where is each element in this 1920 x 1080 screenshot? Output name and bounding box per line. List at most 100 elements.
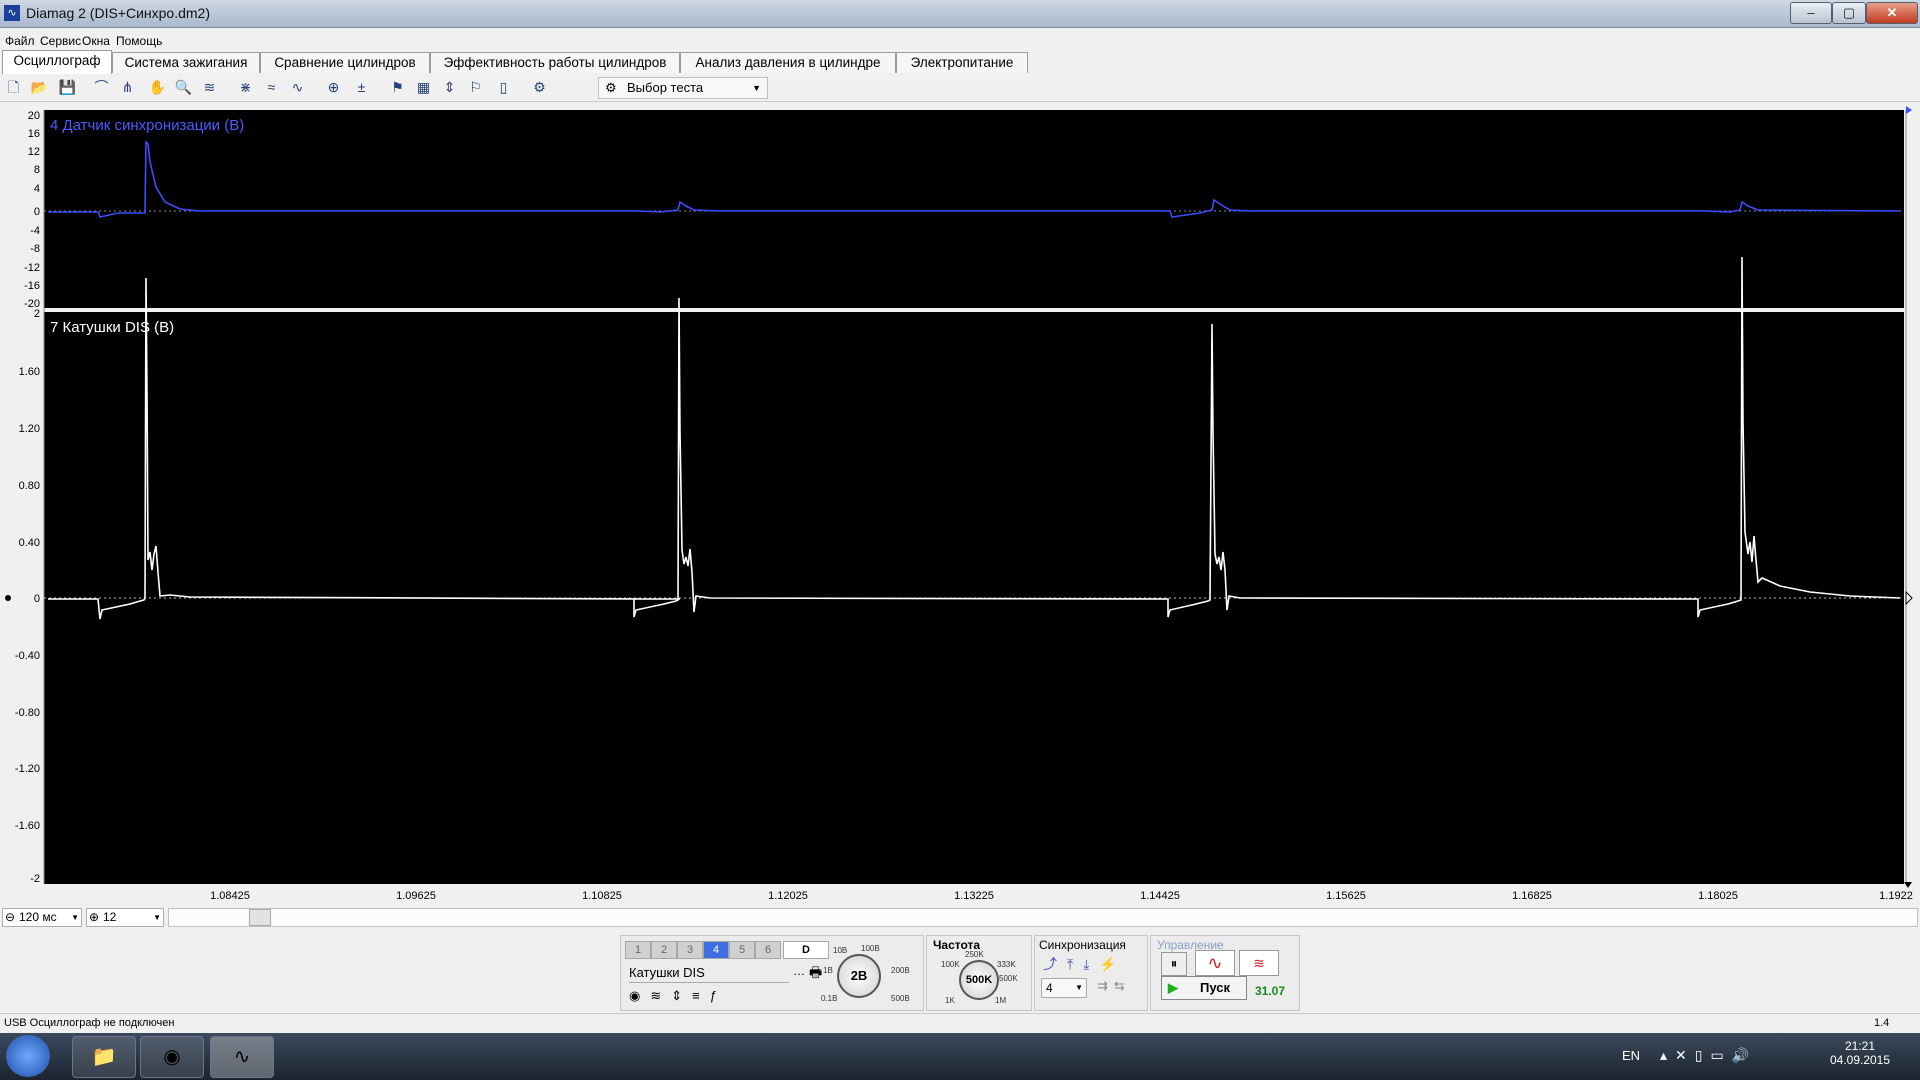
y-tick: 1.20 [19, 423, 40, 435]
sync-edge-icons[interactable]: ⤴⤒⤓⚡ [1043, 954, 1127, 974]
channel-tools-icons[interactable]: ◉≋⇕≡ƒ [629, 988, 727, 1004]
tray-icons[interactable]: ▴✕▯▭🔊 [1660, 1047, 1757, 1064]
channel-button-2[interactable]: 2 [651, 941, 677, 959]
clock[interactable]: 21:21 04.09.2015 [1820, 1039, 1900, 1067]
new-file-icon[interactable]: 🗋 [4, 78, 23, 97]
zero-icon[interactable]: ± [352, 78, 371, 97]
channel-button-6[interactable]: 6 [755, 941, 781, 959]
horizontal-scrollbar[interactable] [168, 908, 1918, 927]
channel-section: 1 2 3 4 5 6 D Катушки DIS … 🖶 ◉≋⇕≡ƒ 2В 1… [620, 935, 924, 1011]
timebase-icon: ⊖ [5, 910, 16, 924]
digital-channel-button[interactable]: D [783, 941, 829, 959]
menu-service[interactable]: Сервис [40, 34, 81, 48]
tab-power-supply[interactable]: Электропитание [896, 52, 1028, 73]
sync-title: Синхронизация [1039, 938, 1126, 952]
sync-y-axis: 20 16 12 8 4 0 -4 -8 -12 -16 -20 [24, 110, 40, 310]
x-tick: 1.14425 [1140, 890, 1180, 902]
channel-marker-top[interactable] [1906, 106, 1912, 114]
overlay-icon[interactable]: ∿ [288, 78, 307, 97]
probe-icon[interactable]: 🖶 [809, 962, 822, 986]
sync-channel-label: 4 Датчик синхронизации (В) [50, 117, 244, 134]
chevron-down-icon: ▼ [1075, 983, 1083, 992]
scroll-down-arrow-icon[interactable] [1904, 882, 1912, 888]
zero-marker-right[interactable] [1905, 590, 1913, 606]
explorer-icon[interactable]: 📁 [72, 1036, 136, 1078]
channel-button-4[interactable]: 4 [703, 941, 729, 959]
frequency-knob[interactable]: 500K [959, 960, 999, 1000]
sync-level-icons[interactable]: ⇉⇆ [1097, 978, 1131, 994]
zero-marker-left[interactable] [5, 595, 11, 601]
tab-oscilloscope[interactable]: Осциллограф [2, 50, 112, 74]
measure-icon[interactable]: ⊕ [324, 78, 343, 97]
more-icon[interactable]: … [793, 964, 805, 978]
minimize-button[interactable]: ‒ [1790, 2, 1832, 24]
y-tick: -1.60 [15, 820, 40, 832]
maximize-button[interactable]: ▢ [1832, 2, 1866, 24]
tab-cylinder-compare[interactable]: Сравнение цилиндров [260, 52, 430, 73]
toolbar: 🗋 📂 💾 ⌒ ⋔ ✋ 🔍 ≋ ⋇ ≈ ∿ ⊕ ± ⚑ ▦ ⇕ ⚐ ▯ ⚙ ⚙ … [0, 74, 1920, 102]
sync-pane[interactable] [44, 110, 1904, 308]
save-icon[interactable]: 💾 [58, 78, 77, 97]
bookmark-icon[interactable]: ⚐ [466, 78, 485, 97]
y-tick: 0.80 [19, 480, 40, 492]
freq-scale-label: 500K [999, 974, 1018, 983]
menu-windows[interactable]: Окна [82, 34, 110, 48]
y-tick: -8 [30, 243, 40, 255]
channel-button-1[interactable]: 1 [625, 941, 651, 959]
scrollbar-thumb[interactable] [249, 909, 271, 926]
open-folder-icon[interactable]: 📂 [30, 78, 49, 97]
pause-icon[interactable]: ⏸ [1161, 952, 1187, 976]
filter-icon[interactable]: ≈ [262, 78, 281, 97]
cursor-pair-icon[interactable]: ⋔ [118, 78, 137, 97]
tab-ignition[interactable]: Система зажигания [112, 52, 260, 73]
zoom-icon[interactable]: 🔍 [174, 78, 193, 97]
test-select-dropdown[interactable]: ⚙ Выбор теста ▼ [598, 77, 768, 99]
menu-file[interactable]: Файл [5, 34, 35, 48]
channel-button-3[interactable]: 3 [677, 941, 703, 959]
clock-date: 04.09.2015 [1829, 1053, 1891, 1067]
freq-scale-label: 250K [965, 950, 984, 959]
volt-scale-label: 200В [891, 966, 910, 975]
table-icon[interactable]: ▦ [414, 78, 433, 97]
clock-time: 21:21 [1844, 1039, 1876, 1053]
y-tick: -1.20 [15, 763, 40, 775]
volt-knob[interactable]: 2В [837, 954, 881, 998]
chevron-down-icon: ▼ [71, 913, 79, 922]
oscilloscope-svg[interactable]: 4 Датчик синхронизации (В) 7 Катушки DIS… [0, 102, 1920, 902]
oscilloscope-area[interactable]: 4 Датчик синхронизации (В) 7 Катушки DIS… [0, 102, 1920, 902]
diamag-taskbar-icon[interactable]: ∿ [210, 1036, 274, 1078]
start-button[interactable] [6, 1035, 50, 1077]
continuous-sweep-icon[interactable]: ≋ [1239, 950, 1279, 976]
volt-scale-label: 100В [861, 944, 880, 953]
menu-help[interactable]: Помощь [116, 34, 162, 48]
taskbar: 📁 ◉ ∿ EN ▴✕▯▭🔊 21:21 04.09.2015 [0, 1033, 1920, 1080]
autoscale-icon[interactable]: ≋ [200, 78, 219, 97]
browser-icon[interactable]: ◉ [140, 1036, 204, 1078]
zoom-select[interactable]: ⊕ 12 ▼ [86, 908, 164, 927]
split-icon[interactable]: ⇕ [440, 78, 459, 97]
run-button[interactable]: ▶ Пуск [1161, 976, 1247, 1000]
close-button[interactable]: ✕ [1866, 2, 1918, 24]
channel-name-field[interactable]: Катушки DIS [629, 964, 789, 983]
channel-button-5[interactable]: 5 [729, 941, 755, 959]
timebase-select[interactable]: ⊖ 120 мс ▼ [2, 908, 82, 927]
y-tick: -2 [30, 873, 40, 885]
x-tick: 1.10825 [582, 890, 622, 902]
single-sweep-icon[interactable]: ∿ [1195, 950, 1235, 976]
hand-pan-icon[interactable]: ✋ [148, 78, 167, 97]
window-title: Diamag 2 (DIS+Синхро.dm2) [26, 5, 211, 21]
grid-icon[interactable]: ⋇ [236, 78, 255, 97]
cursor-icon[interactable]: ⌒ [92, 78, 111, 97]
tab-pressure-analysis[interactable]: Анализ давления в цилиндре [680, 52, 896, 73]
coil-channel-label: 7 Катушки DIS (В) [50, 319, 174, 336]
y-tick: 20 [28, 110, 40, 122]
window-titlebar[interactable]: ∿ Diamag 2 (DIS+Синхро.dm2) ‒ ▢ ✕ [0, 0, 1920, 28]
tab-strip: Осциллограф Система зажигания Сравнение … [2, 50, 1918, 74]
report-icon[interactable]: ▯ [494, 78, 513, 97]
language-indicator[interactable]: EN [1622, 1048, 1640, 1063]
marker-flag-icon[interactable]: ⚑ [388, 78, 407, 97]
auto-settings-icon[interactable]: ⚙ [530, 78, 549, 97]
tab-cylinder-efficiency[interactable]: Эффективность работы цилиндров [430, 52, 680, 73]
y-tick: 4 [34, 183, 40, 195]
sync-channel-select[interactable]: 4 ▼ [1041, 978, 1087, 998]
